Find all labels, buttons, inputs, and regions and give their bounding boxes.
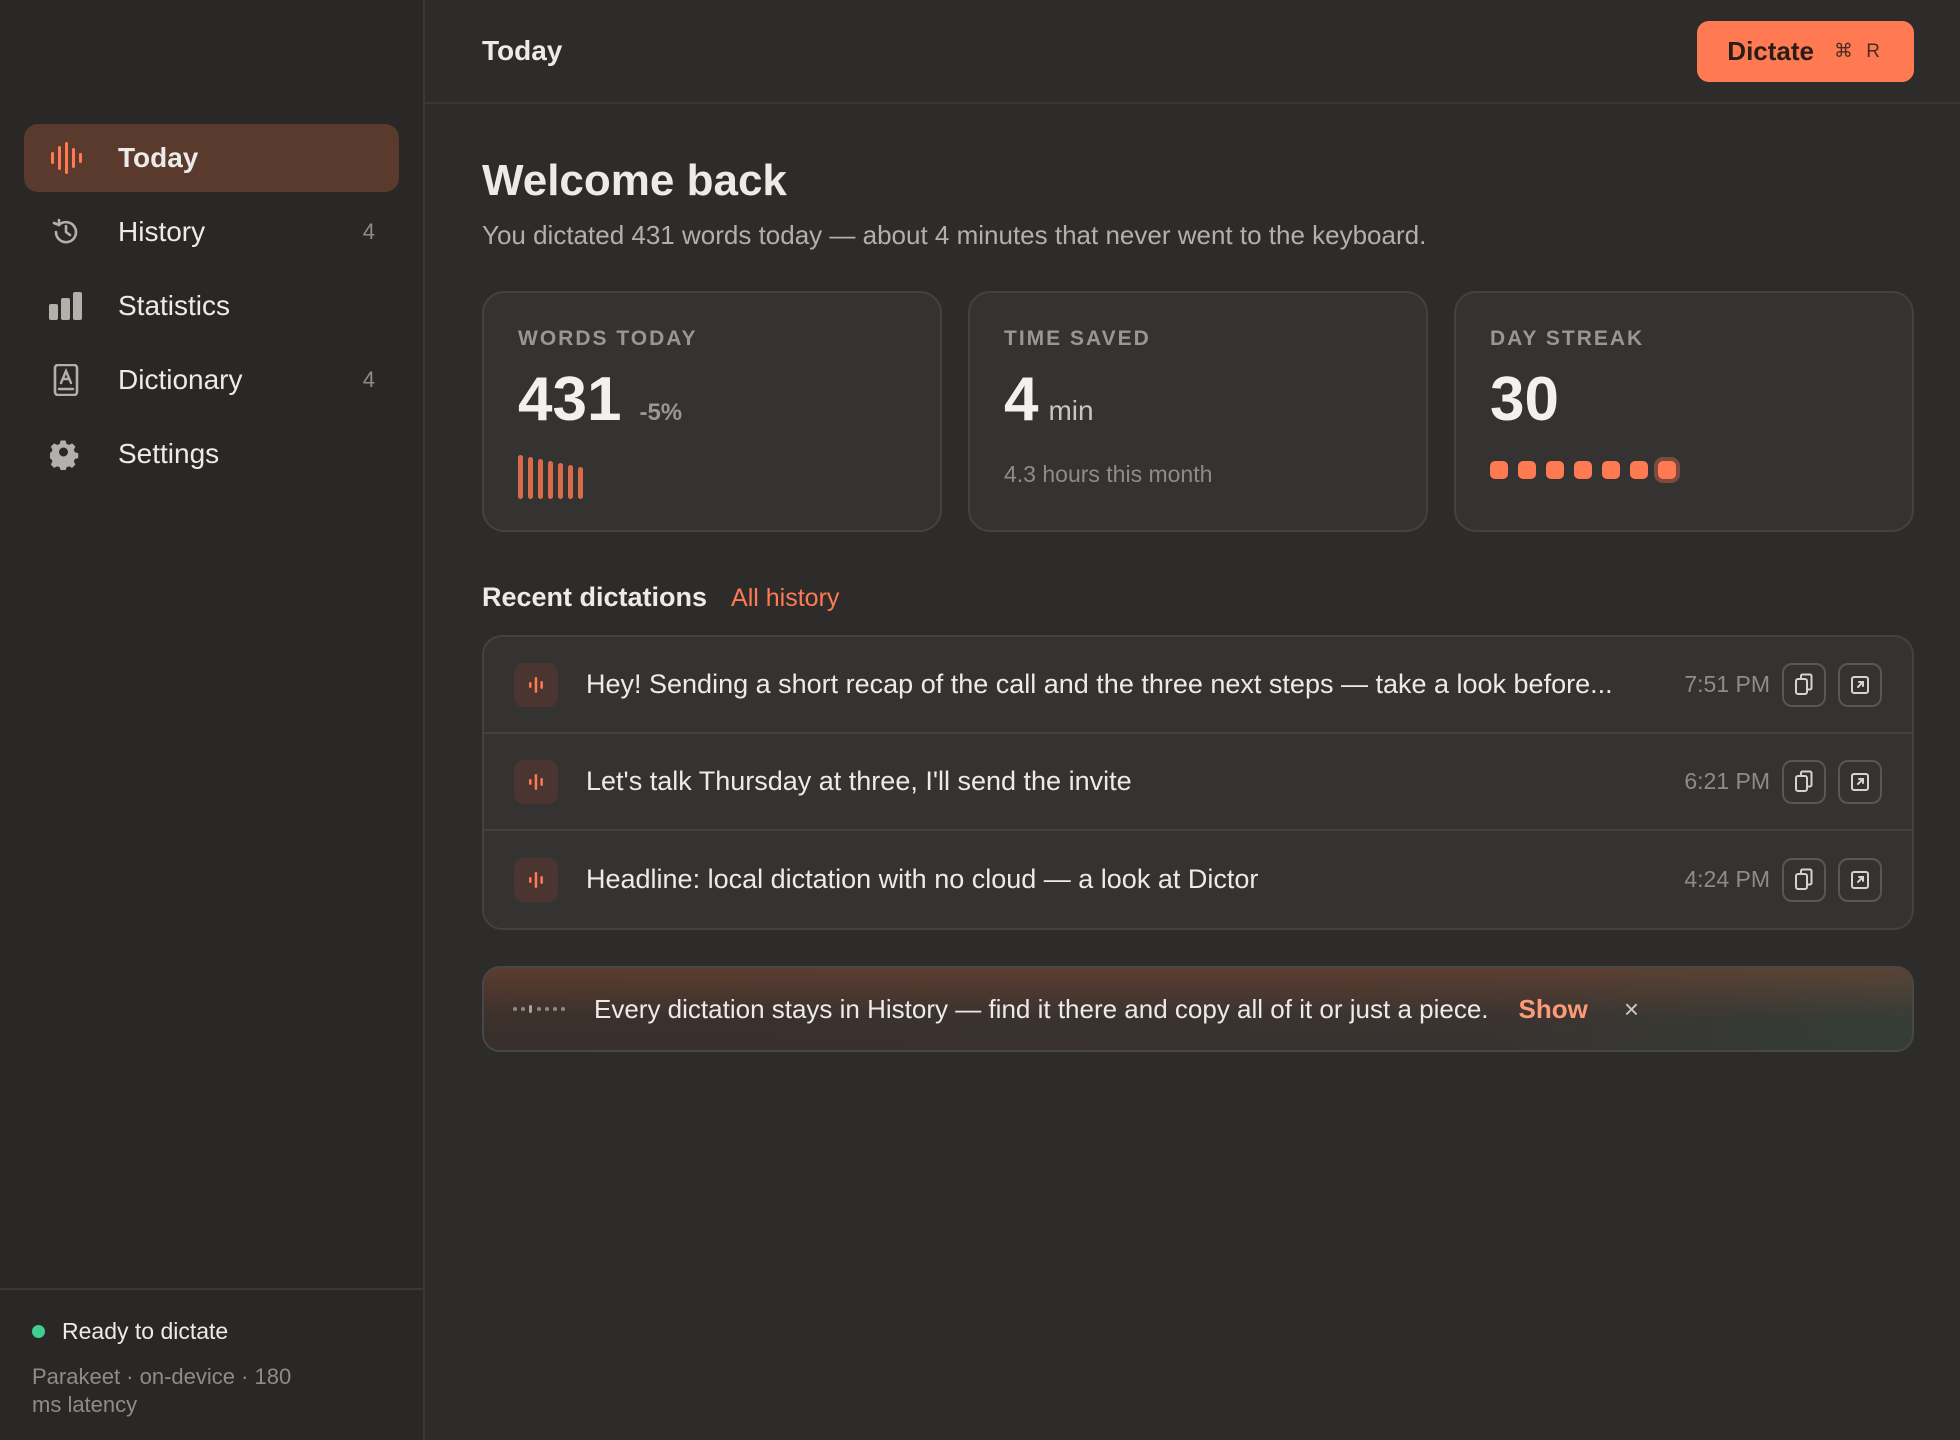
open-external-icon[interactable] <box>1838 662 1882 707</box>
sidebar: Today History 4 Statistics Dictionary 4 … <box>0 0 425 1440</box>
waveform-icon <box>48 140 84 176</box>
streak-dot <box>1602 461 1620 479</box>
status-text: Ready to dictate <box>62 1318 229 1344</box>
sidebar-item-label: Statistics <box>118 290 231 321</box>
gear-icon <box>48 436 84 472</box>
waveform-icon <box>514 759 558 804</box>
copy-icon[interactable] <box>1782 662 1826 707</box>
card-label: TIME SAVED <box>1004 327 1151 350</box>
main-panel: Today Dictate ⌘ R Welcome back You dicta… <box>425 0 1960 1440</box>
banner-text: Every dictation stays in History — find … <box>594 993 1489 1024</box>
stat-cards: WORDS TODAY 431 -5% TIME SAVED 4 min 4.3… <box>482 291 1914 532</box>
copy-icon[interactable] <box>1782 857 1826 902</box>
list-item[interactable]: Let's talk Thursday at three, I'll send … <box>484 734 1912 831</box>
sparkline-bar <box>578 467 583 499</box>
status-dot <box>32 1325 45 1338</box>
card-value-row: 431 -5% <box>518 369 906 431</box>
streak-dot <box>1518 461 1536 479</box>
words-sparkline <box>518 455 906 499</box>
waveform-icon <box>514 662 558 707</box>
time-saved-card: TIME SAVED 4 min 4.3 hours this month <box>968 291 1428 532</box>
day-streak-value: 30 <box>1490 365 1559 434</box>
sparkline-bar <box>518 455 523 499</box>
welcome-subtitle: You dictated 431 words today — about 4 m… <box>482 220 1427 250</box>
streak-dot <box>1546 461 1564 479</box>
words-today-card: WORDS TODAY 431 -5% <box>482 291 942 532</box>
time-saved-value: 4 <box>1004 365 1039 434</box>
model-info: Parakeet · on-device · 180 ms latency <box>32 1364 292 1417</box>
list-item[interactable]: Headline: local dictation with no cloud … <box>484 831 1912 928</box>
day-streak-card: DAY STREAK 30 <box>1454 291 1914 532</box>
app-window: Today History 4 Statistics Dictionary 4 … <box>0 0 1960 1440</box>
streak-dots <box>1490 461 1878 479</box>
sidebar-item-statistics[interactable]: Statistics <box>24 272 399 340</box>
dictionary-icon <box>48 362 84 398</box>
words-today-delta: -5% <box>639 399 683 426</box>
sidebar-item-label: History <box>118 216 206 247</box>
waveform-dots-icon <box>512 1004 568 1014</box>
sidebar-item-dictionary[interactable]: Dictionary 4 <box>24 346 399 414</box>
card-label: DAY STREAK <box>1490 327 1645 350</box>
streak-dot <box>1490 461 1508 479</box>
status-line: Ready to dictate <box>32 1318 391 1345</box>
dictation-time: 6:21 PM <box>1684 768 1770 794</box>
welcome-title: Welcome back <box>482 156 787 205</box>
streak-dot-today <box>1658 461 1676 479</box>
topbar: Today Dictate ⌘ R <box>425 0 1960 104</box>
sidebar-item-today[interactable]: Today <box>24 124 399 192</box>
dictionary-count: 4 <box>362 367 375 392</box>
sparkline-bar <box>538 459 543 499</box>
card-value-row: 4 min <box>1004 369 1392 431</box>
dictate-button-label: Dictate <box>1727 35 1814 66</box>
sidebar-status: Ready to dictate Parakeet · on-device · … <box>0 1288 423 1440</box>
dictation-time: 4:24 PM <box>1684 866 1770 892</box>
sparkline-bar <box>548 461 553 499</box>
today-content: Welcome back You dictated 431 words toda… <box>425 104 1960 1052</box>
sparkline-bar <box>528 457 533 499</box>
banner-show-button[interactable]: Show <box>1519 994 1588 1025</box>
dictation-text: Let's talk Thursday at three, I'll send … <box>586 766 1132 796</box>
time-saved-note: 4.3 hours this month <box>1004 461 1213 487</box>
copy-icon[interactable] <box>1782 759 1826 804</box>
page-title: Today <box>482 35 563 66</box>
recent-dictations-list: Hey! Sending a short recap of the call a… <box>482 635 1914 930</box>
sidebar-item-label: Dictionary <box>118 364 243 395</box>
history-count: 4 <box>362 219 375 244</box>
sidebar-item-label: Settings <box>118 438 220 469</box>
open-external-icon[interactable] <box>1838 857 1882 902</box>
dictation-time: 7:51 PM <box>1684 671 1770 697</box>
all-history-link[interactable]: All history <box>731 584 839 613</box>
words-today-value: 431 <box>518 365 622 434</box>
tip-banner: Every dictation stays in History — find … <box>482 966 1914 1052</box>
card-value-row: 30 <box>1490 369 1878 431</box>
sidebar-item-label: Today <box>118 142 199 173</box>
sparkline-bar <box>568 465 573 499</box>
recent-title: Recent dictations <box>482 582 708 612</box>
dictate-shortcut: ⌘ R <box>1834 40 1884 62</box>
close-icon[interactable]: × <box>1624 994 1639 1025</box>
sparkline-bar <box>558 463 563 499</box>
streak-dot <box>1574 461 1592 479</box>
recent-header: Recent dictations All history <box>482 582 1914 613</box>
sidebar-item-settings[interactable]: Settings <box>24 420 399 488</box>
open-external-icon[interactable] <box>1838 759 1882 804</box>
history-icon <box>48 214 84 250</box>
streak-dot <box>1630 461 1648 479</box>
sidebar-item-history[interactable]: History 4 <box>24 198 399 266</box>
time-saved-unit: min <box>1048 395 1094 426</box>
card-label: WORDS TODAY <box>518 327 698 350</box>
waveform-icon <box>514 857 558 902</box>
bar-chart-icon <box>48 288 84 324</box>
dictate-button[interactable]: Dictate ⌘ R <box>1697 20 1914 82</box>
dictation-text: Hey! Sending a short recap of the call a… <box>586 669 1613 699</box>
list-item[interactable]: Hey! Sending a short recap of the call a… <box>484 637 1912 734</box>
dictation-text: Headline: local dictation with no cloud … <box>586 864 1259 894</box>
